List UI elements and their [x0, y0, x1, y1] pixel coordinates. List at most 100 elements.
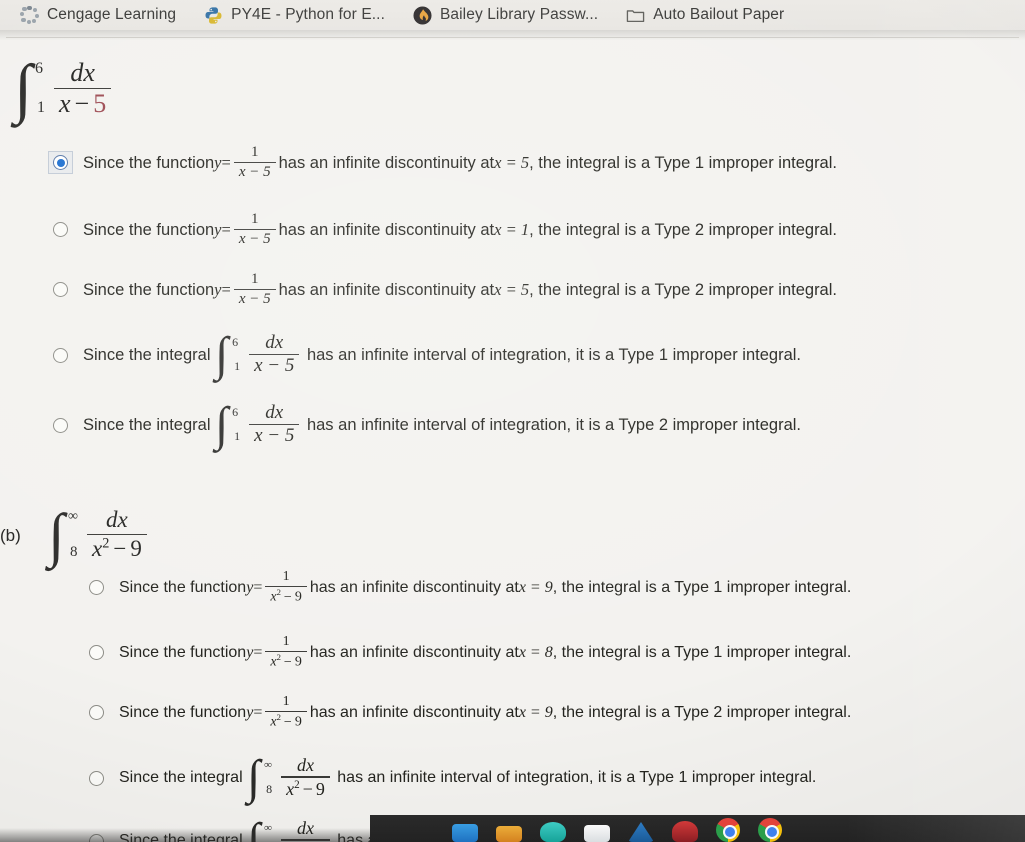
radio-a-3-wrap[interactable]	[48, 277, 73, 302]
option-middle: has an infinite discontinuity at	[278, 280, 495, 299]
radio-a-2-wrap[interactable]	[48, 217, 73, 242]
integral-expression: ∫ 6 1 dx x − 5	[215, 401, 302, 449]
option-condition: x = 1	[494, 219, 530, 239]
option-suffix: has an infinite interval of integration,…	[306, 345, 802, 364]
option-b-1-text: Since the function y = 1 x2−9 has an inf…	[119, 569, 852, 605]
fraction: dx x2−9	[281, 756, 330, 799]
option-prefix: Since the integral	[83, 345, 211, 364]
option-b-2[interactable]: Since the function y = 1 x2−9 has an inf…	[84, 634, 852, 670]
question-content: ∫ 6 1 dx x −5 Since the function y = 1 x…	[0, 40, 1025, 842]
bookmark-bailey-library[interactable]: Bailey Library Passw...	[409, 4, 608, 27]
option-b-4-text: Since the integral ∫ ∞ 8 dx x2−9 has an …	[119, 751, 816, 804]
flame-circle-icon	[413, 5, 432, 25]
bookmark-py4e[interactable]: PY4E - Python for E...	[200, 4, 395, 27]
fraction-denominator: x2−9	[270, 712, 302, 730]
integral-expression: ∫ 6 1 dx x − 5	[215, 331, 302, 379]
option-suffix: , the integral is a Type 1 improper inte…	[529, 153, 837, 172]
integral-upper-limit: ∞	[68, 509, 78, 524]
fraction-denominator: x2−9	[286, 778, 325, 799]
taskbar-shadow	[0, 828, 370, 842]
option-suffix: , the integral is a Type 2 improper inte…	[529, 280, 837, 299]
option-condition: x = 9	[518, 703, 553, 721]
radio-b-4-wrap[interactable]	[84, 766, 109, 791]
integral-expression: ∫ ∞ 8 dx x2−9	[247, 751, 333, 804]
radio-button[interactable]	[53, 417, 68, 433]
bookmark-bar-divider	[6, 37, 1019, 38]
browser-bookmark-bar: Cengage Learning PY4E - Python for E... …	[0, 0, 1025, 30]
option-a-3[interactable]: Since the function y = 1 x − 5 has an in…	[48, 271, 837, 308]
radio-b-3-wrap[interactable]	[84, 700, 109, 725]
integral-sign-icon: ∫	[14, 52, 33, 125]
radio-button[interactable]	[89, 705, 104, 721]
radio-a-4-wrap[interactable]	[48, 343, 73, 368]
integral-lower-limit: 1	[37, 99, 45, 116]
part-b-label: (b)	[0, 526, 21, 545]
option-prefix: Since the function	[119, 703, 247, 721]
option-prefix: Since the integral	[83, 415, 211, 434]
python-logo-icon	[204, 6, 223, 25]
orange-app-icon[interactable]	[496, 826, 522, 842]
bookmark-label: Cengage Learning	[47, 6, 177, 23]
fraction: 1 x2−9	[265, 694, 307, 730]
option-b-1[interactable]: Since the function y = 1 x2−9 has an inf…	[84, 569, 852, 605]
fraction: dx x −5	[54, 59, 112, 119]
option-condition: x = 8	[518, 643, 553, 661]
fraction-denominator: x2−9	[92, 535, 142, 562]
option-prefix: Since the function	[119, 578, 247, 596]
radio-b-1-wrap[interactable]	[84, 575, 109, 600]
fraction: 1 x − 5	[233, 211, 276, 248]
option-a-4-text: Since the integral ∫ 6 1 dx x − 5 has an…	[83, 331, 802, 379]
integral-upper-limit: 6	[35, 60, 43, 77]
chrome-icon[interactable]	[716, 818, 740, 842]
fraction-numerator: dx	[106, 507, 128, 533]
option-b-2-text: Since the function y = 1 x2−9 has an inf…	[119, 634, 852, 670]
option-a-1[interactable]: Since the function y = 1 x − 5 has an in…	[48, 144, 837, 181]
option-prefix: Since the function	[83, 280, 215, 299]
bookmark-auto-bailout-paper[interactable]: Auto Bailout Paper	[622, 4, 794, 27]
option-a-2[interactable]: Since the function y = 1 x − 5 has an in…	[48, 211, 837, 248]
integral-sign-icon: ∫	[247, 751, 261, 804]
fraction: 1 x − 5	[233, 271, 276, 308]
chrome-icon[interactable]	[758, 818, 782, 842]
option-prefix: Since the integral	[119, 769, 243, 786]
radio-b-2-wrap[interactable]	[84, 640, 109, 665]
option-middle: has an infinite discontinuity at	[278, 153, 495, 172]
option-suffix: , the integral is a Type 2 improper inte…	[552, 703, 852, 721]
os-taskbar	[370, 815, 1025, 842]
option-a-5[interactable]: Since the integral ∫ 6 1 dx x − 5 has an…	[48, 401, 802, 449]
bookmark-label: PY4E - Python for E...	[231, 6, 385, 23]
radio-button[interactable]	[53, 282, 68, 298]
bookmark-bar-shadow	[0, 30, 1025, 40]
radio-button[interactable]	[53, 347, 68, 363]
part-b-integral-stem: ∫ ∞ 8 dx x2−9	[48, 502, 150, 568]
cengage-spinner-icon	[20, 5, 39, 25]
option-a-4[interactable]: Since the integral ∫ 6 1 dx x − 5 has an…	[48, 331, 802, 379]
integral-lower-limit: 8	[70, 544, 78, 560]
radio-a-1-wrap[interactable]	[48, 150, 73, 175]
blue-app-icon[interactable]	[452, 824, 478, 842]
teal-app-icon[interactable]	[540, 822, 566, 842]
fraction: 1 x2−9	[265, 569, 307, 605]
fraction-denominator: x −5	[59, 89, 107, 119]
white-app-icon[interactable]	[584, 825, 610, 842]
option-condition: x = 5	[494, 279, 530, 299]
option-condition: x = 9	[518, 578, 553, 596]
part-a-integral-stem: ∫ 6 1 dx x −5	[14, 52, 114, 125]
y-label: y	[214, 152, 222, 172]
integral-sign-icon: ∫	[48, 502, 65, 568]
bookmark-label: Auto Bailout Paper	[653, 6, 785, 23]
option-suffix: has an infinite interval of integration,…	[306, 415, 802, 434]
y-label: y	[246, 703, 254, 721]
y-label: y	[246, 578, 254, 596]
option-b-4[interactable]: Since the integral ∫ ∞ 8 dx x2−9 has an …	[84, 751, 816, 804]
red-app-icon[interactable]	[672, 821, 698, 842]
fraction-denominator: x2−9	[270, 652, 302, 670]
option-b-3[interactable]: Since the function y = 1 x2−9 has an inf…	[84, 694, 852, 730]
radio-button[interactable]	[89, 770, 104, 786]
bookmark-cengage-learning[interactable]: Cengage Learning	[16, 4, 186, 27]
blue-triangle-app-icon[interactable]	[628, 822, 654, 842]
radio-button[interactable]	[89, 580, 104, 596]
radio-button[interactable]	[53, 222, 68, 238]
radio-button[interactable]	[89, 645, 104, 661]
radio-a-5-wrap[interactable]	[48, 413, 73, 438]
